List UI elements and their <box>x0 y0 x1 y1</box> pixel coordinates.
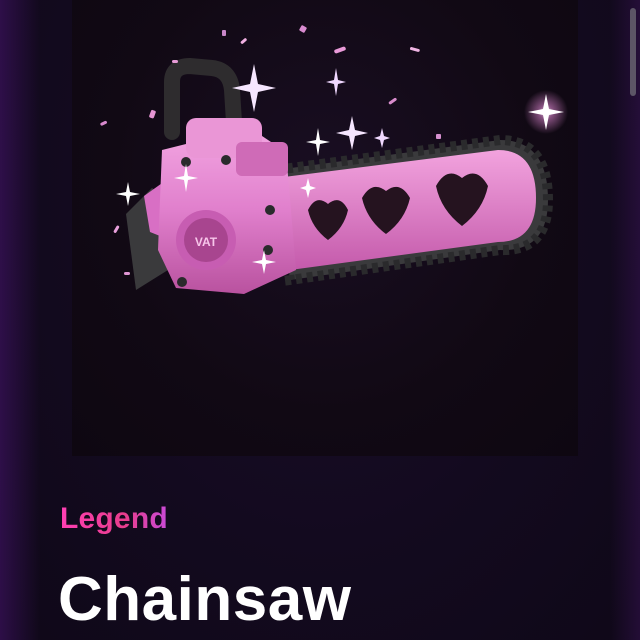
rarity-label: Legend <box>60 502 168 535</box>
item-title: Chainsaw <box>58 565 352 634</box>
engine-body: VAT <box>158 118 296 294</box>
chainsaw-item-image: VAT <box>100 25 568 294</box>
engine-badge-text: VAT <box>195 235 218 249</box>
